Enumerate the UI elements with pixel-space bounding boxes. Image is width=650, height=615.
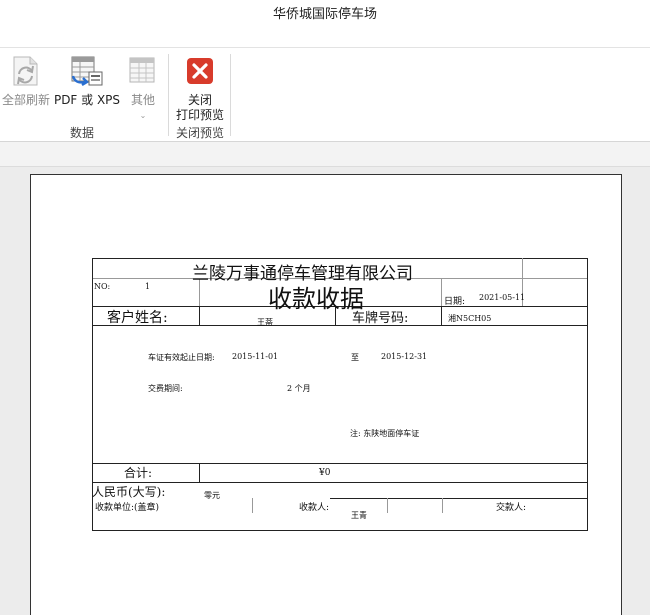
validity-label: 车证有效起止日期: <box>148 353 215 362</box>
rule <box>441 278 442 306</box>
refresh-all-button[interactable]: 全部刷新 <box>0 53 52 111</box>
plate-number-value: 湘N5CH05 <box>448 314 492 323</box>
receipt-no-value: 1 <box>145 282 151 291</box>
payer-label: 交款人: <box>496 503 527 513</box>
ribbon: 全部刷新 PDF 或 XPS 其他 ⌄ 关闭 打印预览 数据 关闭预览 <box>0 48 650 142</box>
close-preview-label-line2: 打印预览 <box>175 108 224 122</box>
customer-name-label: 客户姓名: <box>107 310 168 326</box>
receipt-title: 收款收据 <box>268 285 364 313</box>
period-label: 交费期间: <box>148 384 183 393</box>
export-pdf-xps-button[interactable]: PDF 或 XPS <box>53 53 121 111</box>
export-pdf-xps-label: PDF 或 XPS <box>53 93 121 107</box>
other-export-button[interactable]: 其他 ⌄ <box>124 53 162 121</box>
payee-value: 王青 <box>351 511 367 520</box>
rule <box>587 258 588 531</box>
export-document-icon <box>70 55 104 91</box>
rule <box>92 530 588 531</box>
chevron-down-icon: ⌄ <box>139 111 147 120</box>
validity-end: 2015-12-31 <box>381 352 428 361</box>
customer-name-value: 王蒂 <box>257 318 273 327</box>
validity-start: 2015-11-01 <box>232 352 279 361</box>
other-export-label: 其他 <box>130 93 155 107</box>
ribbon-group-separator <box>168 54 169 136</box>
receipt-form: 兰陵万事通停车管理有限公司 NO: 1 收款收据 日期: 2021-05-11 … <box>92 258 588 532</box>
plate-number-label: 车牌号码: <box>352 311 409 326</box>
date-value: 2021-05-11 <box>479 293 526 302</box>
rule <box>252 498 253 513</box>
group-label-close-preview: 关闭预览 <box>175 126 224 140</box>
total-value: ¥0 <box>319 468 331 478</box>
total-label: 合计: <box>124 466 153 480</box>
note-text: 注: 东陕地面停车证 <box>350 429 420 438</box>
rule <box>92 463 588 464</box>
rule <box>387 498 388 513</box>
date-label: 日期: <box>444 297 466 307</box>
rmb-upper-value: 零元 <box>204 491 220 500</box>
payee-unit-label: 收款单位:(盖章) <box>95 503 160 513</box>
title-bar: 华侨城国际停车场 <box>0 0 650 48</box>
close-print-preview-button[interactable]: 关闭 打印预览 <box>172 53 228 123</box>
rule <box>441 306 442 325</box>
period-value: 2 个月 <box>287 384 311 393</box>
group-label-data: 数据 <box>69 126 94 140</box>
receipt-no-label: NO: <box>94 282 111 291</box>
close-icon <box>186 57 214 89</box>
other-formats-icon <box>128 55 158 91</box>
validity-to: 至 <box>351 353 359 362</box>
rule <box>199 463 200 482</box>
rule <box>442 498 443 513</box>
close-preview-label-line1: 关闭 <box>187 93 212 107</box>
ribbon-group-separator <box>230 54 231 136</box>
payee-label: 收款人: <box>299 503 330 513</box>
print-preview-page: 兰陵万事通停车管理有限公司 NO: 1 收款收据 日期: 2021-05-11 … <box>30 174 622 615</box>
refresh-icon <box>11 55 41 91</box>
rule <box>199 306 200 325</box>
rule <box>92 482 588 483</box>
window-title: 华侨城国际停车场 <box>272 7 377 22</box>
ribbon-collapsed-bar <box>0 142 650 167</box>
refresh-all-label: 全部刷新 <box>1 93 50 107</box>
rmb-upper-label: 人民币(大写): <box>92 485 166 499</box>
rule <box>330 498 588 499</box>
